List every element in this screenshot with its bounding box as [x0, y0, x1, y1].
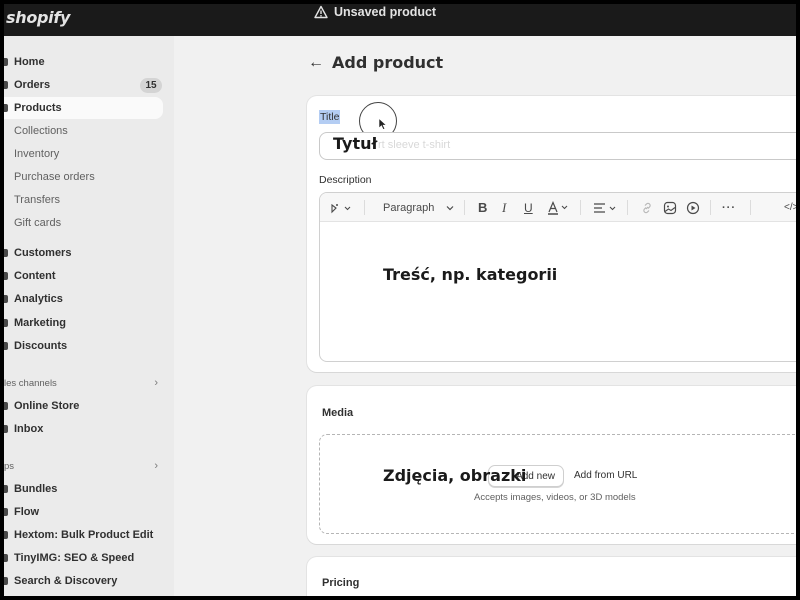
sidebar-item-discounts[interactable]: Discounts: [4, 335, 164, 357]
sidebar-item-flow[interactable]: Flow: [4, 501, 164, 523]
image-icon[interactable]: [663, 193, 677, 222]
title-input[interactable]: rt sleeve t-shirt: [319, 132, 796, 160]
sidebar-item-collections[interactable]: Collections: [4, 120, 164, 142]
sidebar-item-inbox[interactable]: Inbox: [4, 418, 164, 440]
description-editor[interactable]: Paragraph B I U ··· </ Treść, np. katego…: [319, 192, 796, 362]
annotation-description: Treść, np. kategorii: [383, 265, 558, 284]
video-icon[interactable]: [686, 193, 700, 222]
sidebar-item-orders[interactable]: Orders 15: [4, 74, 164, 96]
sidebar-item-hextom[interactable]: Hextom: Bulk Product Edit: [4, 524, 164, 546]
unsaved-status-text: Unsaved product: [334, 5, 437, 19]
magic-icon[interactable]: [330, 193, 352, 222]
target-icon: [4, 319, 8, 327]
align-icon[interactable]: [593, 193, 619, 222]
sales-channels-section[interactable]: les channels ›: [4, 374, 164, 392]
chevron-right-icon: ›: [154, 460, 158, 472]
sidebar: Home Orders 15 Products Collections Inven…: [4, 36, 174, 596]
underline-icon[interactable]: U: [524, 193, 533, 222]
app-icon: [4, 577, 8, 585]
shopify-logo[interactable]: shopify: [6, 8, 70, 27]
mouse-pointer-icon: [378, 118, 387, 130]
italic-icon[interactable]: I: [502, 193, 506, 222]
paragraph-label: Paragraph: [383, 201, 435, 214]
paragraph-select[interactable]: Paragraph: [383, 193, 454, 222]
toolbar-divider: [710, 200, 711, 215]
apps-section[interactable]: ps ›: [4, 457, 164, 475]
sidebar-item-marketing[interactable]: Marketing: [4, 312, 164, 334]
page-title: Add product: [332, 53, 444, 72]
home-icon: [4, 58, 8, 66]
media-card: Media Add new Add from URL Accepts image…: [307, 386, 796, 544]
title-field-label: Title: [319, 110, 341, 124]
code-icon[interactable]: </>: [784, 193, 796, 222]
sidebar-item-purchase-orders[interactable]: Purchase orders: [4, 166, 164, 188]
sidebar-item-customers[interactable]: Customers: [4, 242, 164, 264]
link-icon[interactable]: [640, 193, 654, 222]
sidebar-item-search-discovery[interactable]: Search & Discovery: [4, 570, 164, 592]
discount-icon: [4, 342, 8, 350]
chevron-right-icon: ›: [154, 377, 158, 389]
sidebar-item-analytics[interactable]: Analytics: [4, 288, 164, 310]
pricing-card: Pricing: [307, 557, 796, 596]
annotation-media: Zdjęcia, obrazki: [383, 466, 527, 485]
store-icon: [4, 402, 8, 410]
content-icon: [4, 272, 8, 280]
bold-icon[interactable]: B: [478, 193, 487, 222]
arrow-left-icon[interactable]: ←: [308, 54, 324, 72]
chart-icon: [4, 295, 8, 303]
tag-icon: [4, 104, 8, 112]
apps-label: ps: [4, 460, 15, 472]
orders-count-badge: 15: [140, 78, 162, 93]
toolbar-divider: [627, 200, 628, 215]
top-bar: shopify Unsaved product: [4, 4, 796, 36]
text-color-icon[interactable]: [547, 193, 571, 222]
sidebar-item-transfers[interactable]: Transfers: [4, 189, 164, 211]
title-placeholder: rt sleeve t-shirt: [378, 139, 451, 151]
add-from-url-link[interactable]: Add from URL: [574, 470, 637, 481]
app-icon: [4, 508, 8, 516]
chevron-down-icon: [446, 205, 454, 210]
product-details-card: Title rt sleeve t-shirt Tytuł Descriptio…: [307, 96, 796, 372]
app-window: shopify Unsaved product Home Orders 15 Pr…: [4, 4, 796, 596]
media-label: Media: [322, 407, 354, 419]
pricing-label: Pricing: [322, 577, 360, 589]
unsaved-status: Unsaved product: [314, 4, 436, 20]
sidebar-item-bundles[interactable]: Bundles: [4, 478, 164, 500]
inbox-icon: [4, 425, 8, 433]
page-header: ← Add product: [308, 53, 443, 72]
sidebar-item-tinyimg[interactable]: TinyIMG: SEO & Speed: [4, 547, 164, 569]
app-icon: [4, 531, 8, 539]
editor-toolbar: Paragraph B I U ··· </: [320, 193, 796, 222]
media-hint: Accepts images, videos, or 3D models: [474, 492, 636, 503]
media-dropzone[interactable]: Add new Add from URL Accepts images, vid…: [319, 434, 796, 534]
sidebar-item-online-store[interactable]: Online Store: [4, 395, 164, 417]
app-icon: [4, 554, 8, 562]
toolbar-divider: [464, 200, 465, 215]
toolbar-divider: [364, 200, 365, 215]
more-icon[interactable]: ···: [722, 193, 736, 222]
toolbar-divider: [580, 200, 581, 215]
sidebar-item-gift-cards[interactable]: Gift cards: [4, 212, 164, 234]
sidebar-item-home[interactable]: Home: [4, 51, 164, 73]
sidebar-item-products[interactable]: Products: [4, 97, 163, 119]
person-icon: [4, 249, 8, 257]
sidebar-item-inventory[interactable]: Inventory: [4, 143, 164, 165]
toolbar-divider: [750, 200, 751, 215]
sales-channels-label: les channels: [4, 377, 57, 389]
app-icon: [4, 485, 8, 493]
warning-triangle-icon: [314, 5, 328, 19]
description-label: Description: [319, 174, 372, 186]
orders-icon: [4, 81, 8, 89]
annotation-title: Tytuł: [333, 134, 378, 153]
sidebar-item-content[interactable]: Content: [4, 265, 164, 287]
